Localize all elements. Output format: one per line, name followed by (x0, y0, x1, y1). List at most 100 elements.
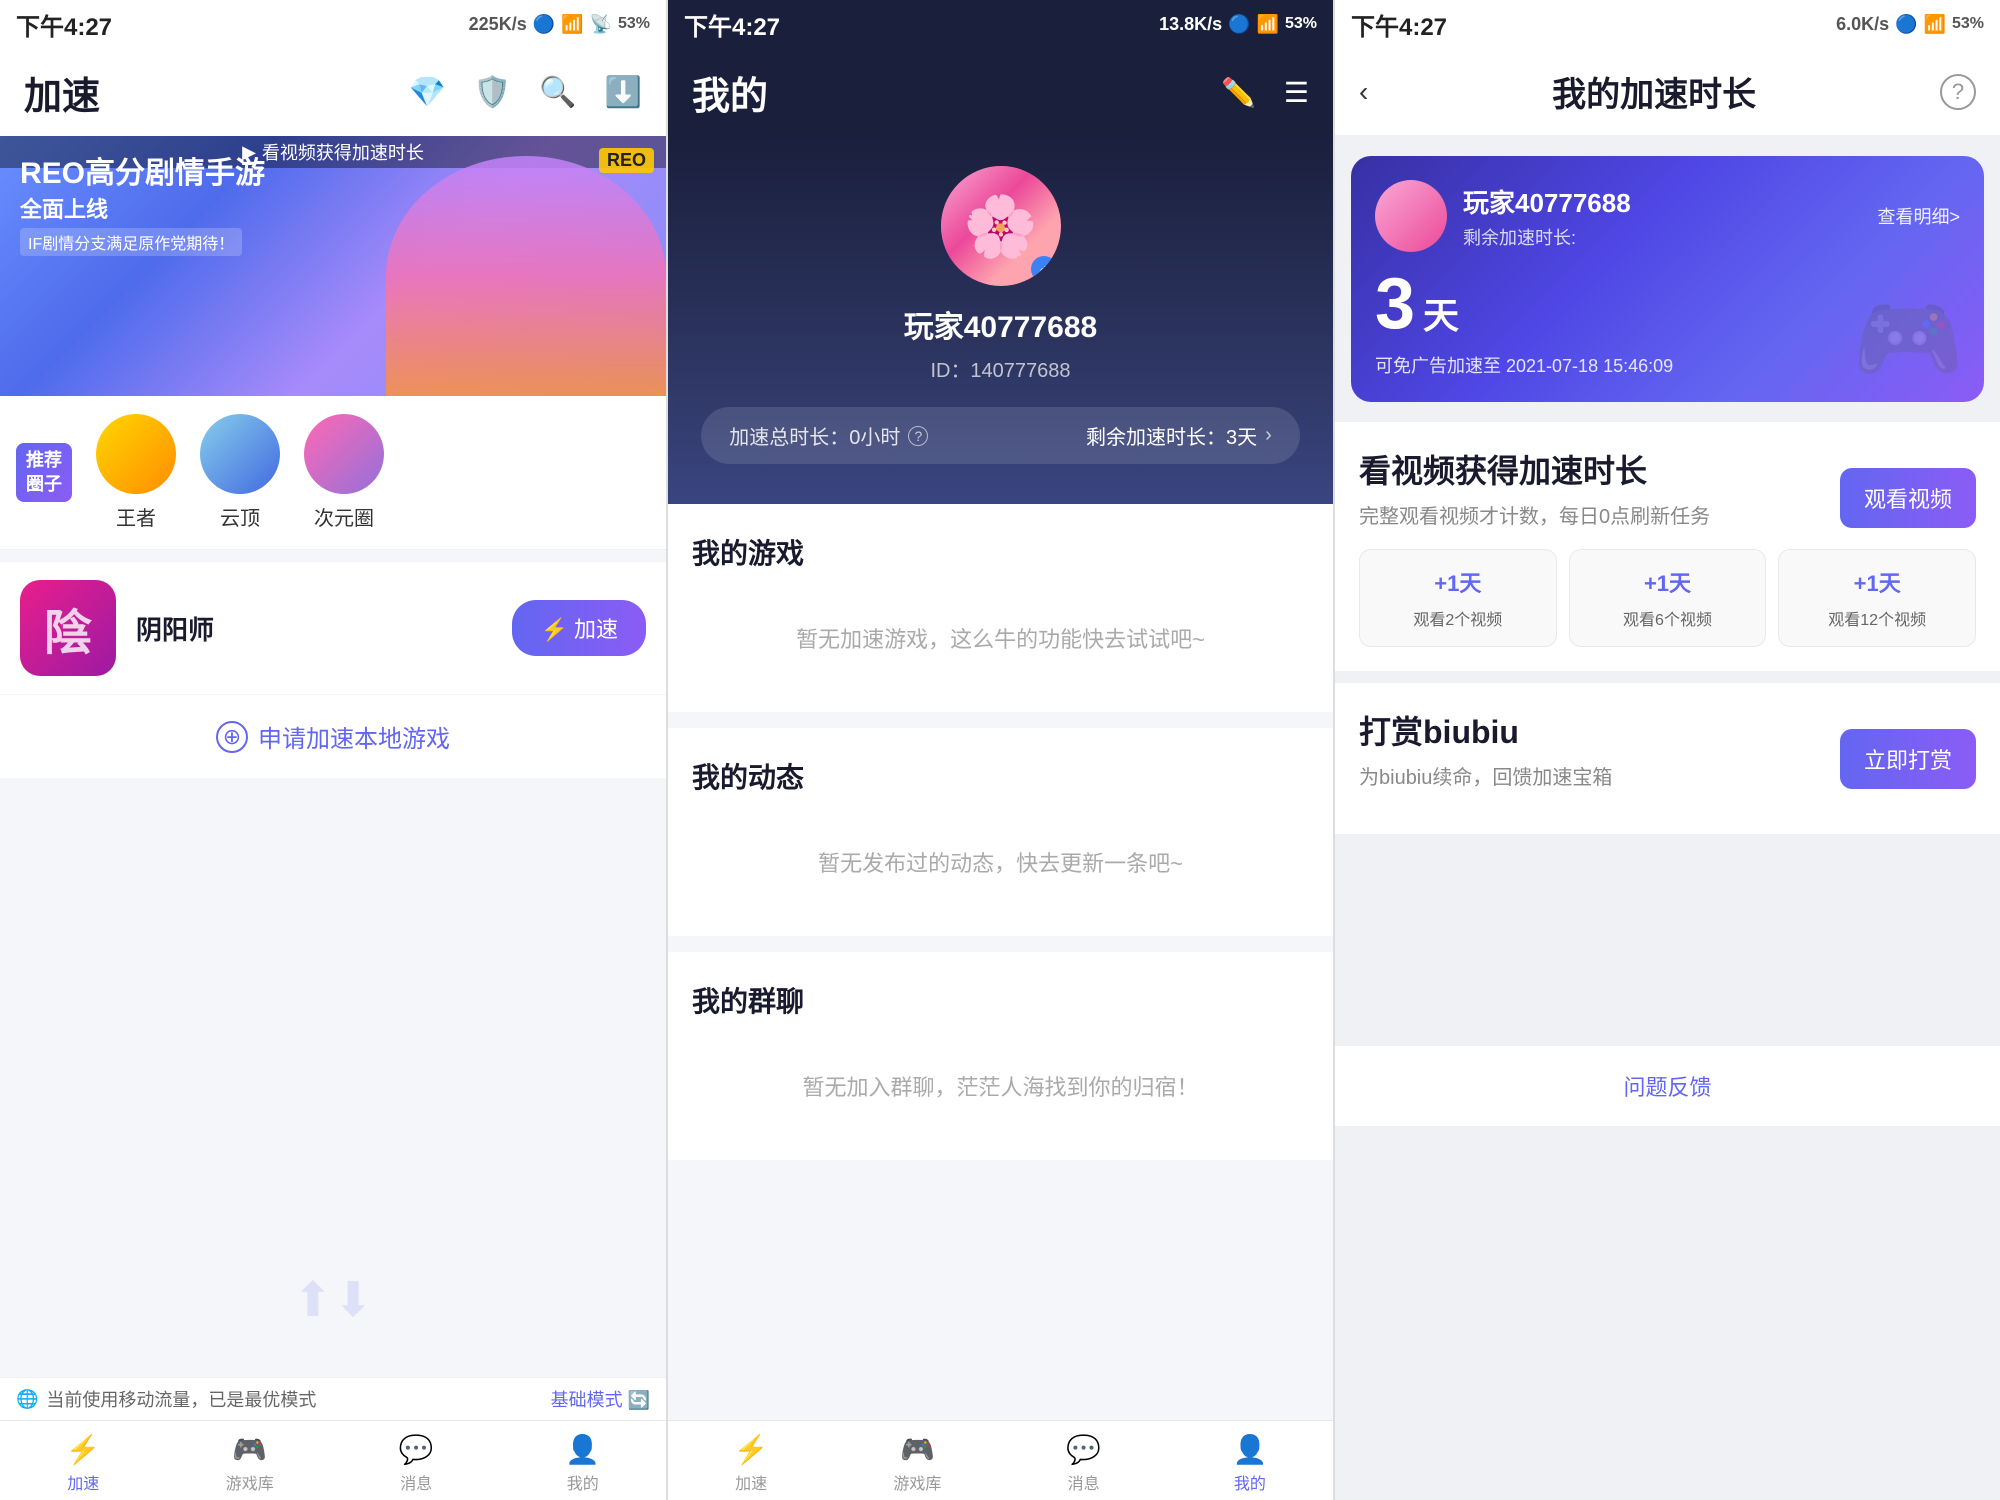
circle-item-king[interactable]: 王者 (96, 414, 176, 531)
status-icons-3: 6.0K/s 🔵 📶 53% (1836, 14, 1984, 35)
bottom-nav-1: ⚡ 加速 🎮 游戏库 💬 消息 👤 我的 (0, 1420, 666, 1500)
gender-badge: ♂ (1031, 256, 1057, 282)
panel-speed-time: 下午4:27 6.0K/s 🔵 📶 53% ‹ 我的加速时长 ? 玩家40777… (1333, 0, 2000, 1500)
apply-local-section[interactable]: ⊕ 申请加速本地游戏 (0, 695, 666, 778)
card-info: 玩家40777688 剩余加速时长: (1463, 183, 1877, 250)
my-content: 我的游戏 暂无加速游戏，这么牛的功能快去试试吧~ 我的动态 暂无发布过的动态，快… (668, 504, 1333, 1500)
search-icon[interactable]: 🔍 (539, 75, 576, 110)
menu-icon[interactable]: ☰ (1284, 76, 1309, 109)
feedback-section[interactable]: 问题反馈 (1335, 1046, 2000, 1126)
shield-icon[interactable]: 🛡️ (474, 75, 511, 110)
mode-text[interactable]: 基础模式 🔄 (551, 1386, 650, 1412)
question-icon[interactable]: ? (1940, 74, 1976, 110)
my-activity-empty: 暂无发布过的动态，快去更新一条吧~ (692, 816, 1309, 908)
video-section-header: 看视频获得加速时长 完整观看视频才计数，每日0点刷新任务 观看视频 (1359, 446, 1976, 549)
anime-girl-illustration (386, 156, 666, 396)
back-icon[interactable]: ‹ (1359, 76, 1368, 108)
edit-icon[interactable]: ✏️ (1221, 76, 1256, 109)
nav-games-2[interactable]: 🎮 游戏库 (834, 1425, 1000, 1494)
globe-icon: 🌐 (16, 1389, 38, 1410)
watch-video-button[interactable]: 观看视频 (1840, 468, 1976, 528)
card-remain-label: 剩余加速时长: (1463, 224, 1877, 250)
my-games-section: 我的游戏 暂无加速游戏，这么牛的功能快去试试吧~ (668, 504, 1333, 712)
recommend-row: 推荐 圈子 王者 云顶 次元圈 (16, 414, 650, 531)
signal-icon: 📡 (590, 14, 612, 35)
wifi-icon-2: 📶 (1257, 14, 1279, 35)
circle-avatar-anime (304, 414, 384, 494)
wifi-icon: 📶 (561, 14, 583, 35)
apply-local-text: 申请加速本地游戏 (258, 719, 450, 754)
game-icon-onmyoji: 陰 (20, 580, 116, 676)
gamepad-decoration: 🎮 (1852, 287, 1964, 392)
bottom-nav-2: ⚡ 加速 🎮 游戏库 💬 消息 👤 我的 (668, 1420, 1333, 1500)
bluetooth-icon: 🔵 (533, 14, 555, 35)
boost-button[interactable]: ⚡ 加速 (512, 600, 646, 656)
network-speed-2: 13.8K/s (1159, 14, 1222, 35)
promo-banner[interactable]: ▶ 看视频获得加速时长 REO高分剧情手游 全面上线 IF剧情分支满足原作党期待… (0, 136, 666, 396)
nav-games[interactable]: 🎮 游戏库 (167, 1425, 334, 1494)
nav-my-label: 我的 (567, 1470, 599, 1494)
time-3: 下午4:27 (1351, 7, 1447, 42)
card-name: 玩家40777688 (1463, 183, 1877, 220)
reward-action-3: 观看12个视频 (1787, 606, 1967, 630)
video-section-titles: 看视频获得加速时长 完整观看视频才计数，每日0点刷新任务 (1359, 446, 1710, 549)
speed-header: ‹ 我的加速时长 ? (1335, 48, 2000, 136)
my-group-section: 我的群聊 暂无加入群聊，茫茫人海找到你的归宿！ (668, 952, 1333, 1160)
gray-area (1335, 846, 2000, 1046)
circle-avatar-cloud (200, 414, 280, 494)
circle-label-anime: 次元圈 (314, 502, 374, 531)
recommend-tag: 推荐 圈子 (16, 443, 72, 502)
circle-item-cloud[interactable]: 云顶 (200, 414, 280, 531)
view-detail-link[interactable]: 查看明细> (1877, 203, 1960, 229)
my-activity-section: 我的动态 暂无发布过的动态，快去更新一条吧~ (668, 728, 1333, 936)
battery-3: 53% (1952, 15, 1984, 33)
bluetooth-icon-2: 🔵 (1228, 14, 1250, 35)
status-left: 🌐 当前使用移动流量，已是最优模式 (16, 1386, 316, 1412)
network-speed-1: 225K/s (469, 14, 527, 35)
total-time: 加速总时长：0小时 ? (729, 421, 928, 450)
nav-my-icon: 👤 (565, 1433, 600, 1466)
tip-sub: 为biubiu续命，回馈加速宝箱 (1359, 761, 1612, 790)
days-unit: 天 (1423, 287, 1459, 339)
nav-my[interactable]: 👤 我的 (500, 1425, 667, 1494)
page-title-boost: 加速 (24, 65, 100, 120)
download-icon[interactable]: ⬇️ (605, 75, 642, 110)
nav-my-2[interactable]: 👤 我的 (1167, 1425, 1333, 1494)
nav-boost-2[interactable]: ⚡ 加速 (668, 1425, 834, 1494)
recommend-label: 推荐 圈子 (16, 443, 72, 502)
nav-games-label: 游戏库 (226, 1470, 274, 1494)
promo-text-area: REO高分剧情手游 全面上线 IF剧情分支满足原作党期待！ (20, 156, 265, 256)
profile-card-top: 玩家40777688 剩余加速时长: 查看明细> (1375, 180, 1960, 252)
feedback-link-text: 问题反馈 (1623, 1075, 1711, 1100)
reo-badge: REO (599, 148, 654, 173)
header-icons-boost: 💎 🛡️ 🔍 ⬇️ (409, 75, 642, 110)
circle-item-anime[interactable]: 次元圈 (304, 414, 384, 531)
my-games-title: 我的游戏 (692, 532, 1309, 572)
nav-messages-2[interactable]: 💬 消息 (1001, 1425, 1167, 1494)
circle-avatar-king (96, 414, 176, 494)
remain-time[interactable]: 剩余加速时长：3天 › (1086, 421, 1272, 450)
time-info-bar[interactable]: 加速总时长：0小时 ? 剩余加速时长：3天 › (701, 407, 1300, 464)
nav-my-icon-2: 👤 (1232, 1433, 1267, 1466)
circle-label-cloud: 云顶 (220, 502, 260, 531)
reward-action-1: 观看2个视频 (1368, 606, 1548, 630)
promo-tag: IF剧情分支满足原作党期待！ (20, 228, 242, 256)
game-item-onmyoji[interactable]: 陰 阴阳师 ⚡ 加速 (0, 562, 666, 695)
nav-messages[interactable]: 💬 消息 (333, 1425, 500, 1494)
reward-plus-1: +1天 (1368, 566, 1548, 598)
circle-label-king: 王者 (116, 502, 156, 531)
nav-boost[interactable]: ⚡ 加速 (0, 1425, 167, 1494)
diamond-icon[interactable]: 💎 (409, 75, 446, 110)
tip-title: 打赏biubiu (1359, 707, 1612, 753)
reward-action-2: 观看6个视频 (1578, 606, 1758, 630)
battery-2: 53% (1285, 15, 1317, 33)
time-2: 下午4:27 (684, 7, 780, 42)
video-text: 看视频获得加速时长 (262, 139, 424, 165)
video-section-title: 看视频获得加速时长 (1359, 446, 1710, 492)
question-icon-small[interactable]: ? (908, 426, 928, 446)
tip-button[interactable]: 立即打赏 (1840, 729, 1976, 789)
nav-messages-label-2: 消息 (1068, 1470, 1100, 1494)
nav-messages-label: 消息 (400, 1470, 432, 1494)
status-bar-1: 下午4:27 225K/s 🔵 📶 📡 53% (0, 0, 666, 48)
status-text: 当前使用移动流量，已是最优模式 (46, 1386, 316, 1412)
